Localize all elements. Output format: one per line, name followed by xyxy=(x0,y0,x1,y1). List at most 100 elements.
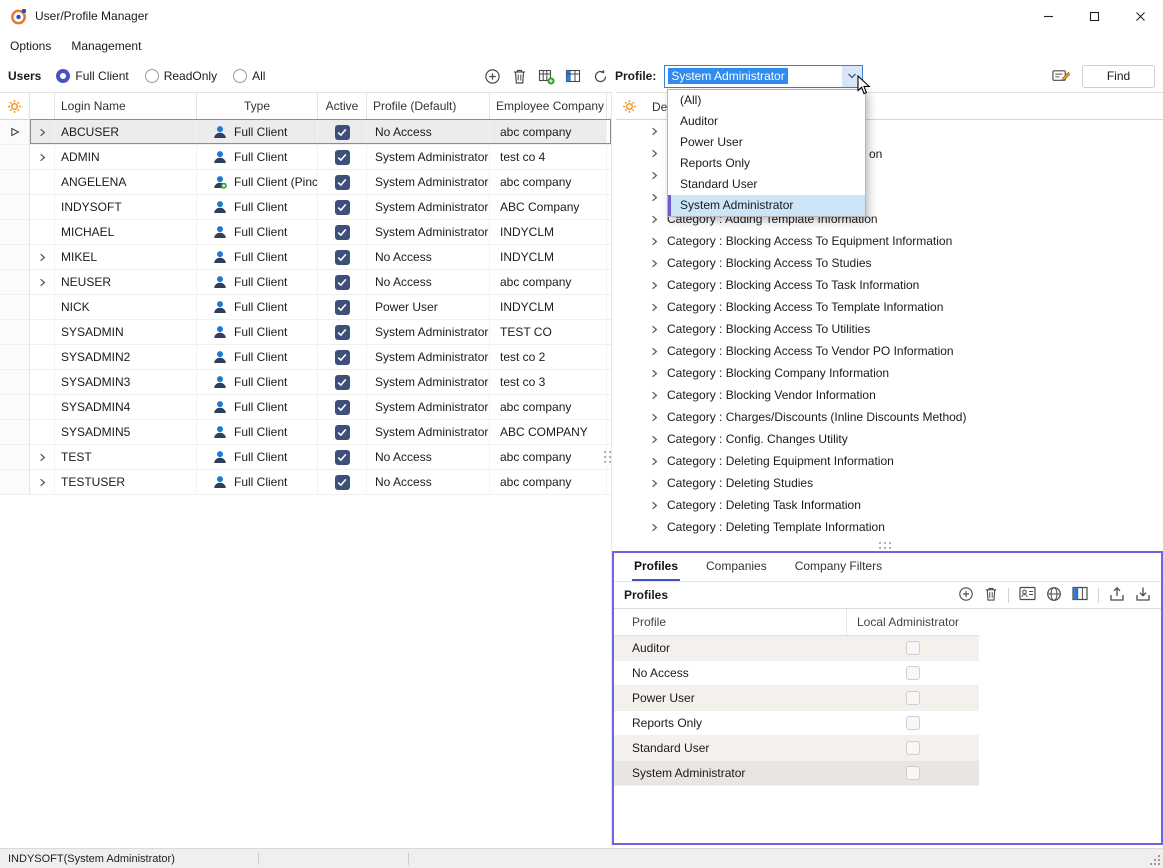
horizontal-splitter-grip[interactable] xyxy=(874,541,896,550)
column-header-profile[interactable]: Profile (Default) xyxy=(367,93,490,119)
add-profile-icon[interactable] xyxy=(958,586,974,605)
expand-chevron-icon[interactable] xyxy=(650,413,659,422)
user-row[interactable]: NEUSERFull ClientNo Accessabc company xyxy=(0,270,611,295)
tab-companies[interactable]: Companies xyxy=(704,553,769,581)
add-user-icon[interactable] xyxy=(483,67,501,85)
active-checkbox[interactable] xyxy=(335,250,350,265)
expand-cell[interactable] xyxy=(30,295,55,319)
active-checkbox[interactable] xyxy=(335,225,350,240)
dropdown-option-reports-only[interactable]: Reports Only xyxy=(668,153,865,174)
radio-full-client[interactable]: Full Client xyxy=(56,69,128,83)
column-header-login[interactable]: Login Name xyxy=(55,93,197,119)
user-row[interactable]: MIKELFull ClientNo AccessINDYCLM xyxy=(0,245,611,270)
profile-row[interactable]: Auditor xyxy=(614,636,979,661)
expand-chevron-icon[interactable] xyxy=(650,435,659,444)
user-row[interactable]: SYSADMIN3Full ClientSystem Administrator… xyxy=(0,370,611,395)
delete-profile-icon[interactable] xyxy=(984,586,998,605)
active-checkbox[interactable] xyxy=(335,175,350,190)
expand-cell[interactable] xyxy=(30,195,55,219)
expand-cell[interactable] xyxy=(30,220,55,244)
expand-chevron-icon[interactable] xyxy=(650,281,659,290)
local-admin-checkbox[interactable] xyxy=(906,691,920,705)
expand-chevron-icon[interactable] xyxy=(650,303,659,312)
expand-cell[interactable] xyxy=(30,120,55,144)
expand-chevron-icon[interactable] xyxy=(650,193,659,202)
category-row[interactable]: Category : Blocking Access To Vendor PO … xyxy=(616,340,1163,362)
grid-customize-cell[interactable] xyxy=(0,93,30,119)
category-row[interactable]: Category : Blocking Company Information xyxy=(616,362,1163,384)
globe-icon[interactable] xyxy=(1046,586,1062,605)
profile-row[interactable]: System Administrator xyxy=(614,761,979,786)
column-header-type[interactable]: Type xyxy=(197,93,318,119)
user-row[interactable]: SYSADMINFull ClientSystem AdministratorT… xyxy=(0,320,611,345)
expand-chevron-icon[interactable] xyxy=(38,278,47,287)
export-icon[interactable] xyxy=(1109,586,1125,605)
menu-item-management[interactable]: Management xyxy=(71,39,141,53)
active-checkbox[interactable] xyxy=(335,400,350,415)
category-row[interactable]: Category : Deleting Task Information xyxy=(616,494,1163,516)
minimize-button[interactable] xyxy=(1025,0,1071,32)
profile-combobox[interactable]: System Administrator xyxy=(664,65,863,88)
expand-cell[interactable] xyxy=(30,145,55,169)
user-row[interactable]: ANGELENAFull Client (PincSystem Administ… xyxy=(0,170,611,195)
expand-cell[interactable] xyxy=(30,345,55,369)
expand-chevron-icon[interactable] xyxy=(38,253,47,262)
profile-row[interactable]: Standard User xyxy=(614,736,979,761)
radio-readonly[interactable]: ReadOnly xyxy=(145,69,217,83)
table-columns-icon[interactable] xyxy=(564,67,582,85)
user-row[interactable]: SYSADMIN2Full ClientSystem Administrator… xyxy=(0,345,611,370)
radio-all[interactable]: All xyxy=(233,69,265,83)
expand-chevron-icon[interactable] xyxy=(650,127,659,136)
user-row[interactable]: TESTFull ClientNo Accessabc company xyxy=(0,445,611,470)
vertical-splitter-grip[interactable] xyxy=(603,446,612,468)
user-row[interactable]: ADMINFull ClientSystem Administratortest… xyxy=(0,145,611,170)
active-checkbox[interactable] xyxy=(335,200,350,215)
expand-chevron-icon[interactable] xyxy=(650,523,659,532)
active-checkbox[interactable] xyxy=(335,275,350,290)
expand-cell[interactable] xyxy=(30,170,55,194)
active-checkbox[interactable] xyxy=(335,125,350,140)
expand-chevron-icon[interactable] xyxy=(650,391,659,400)
profile-row[interactable]: No Access xyxy=(614,661,979,686)
expand-cell[interactable] xyxy=(30,395,55,419)
active-checkbox[interactable] xyxy=(335,300,350,315)
active-checkbox[interactable] xyxy=(335,150,350,165)
category-row[interactable]: Category : Blocking Access To Task Infor… xyxy=(616,274,1163,296)
tab-profiles[interactable]: Profiles xyxy=(632,553,680,581)
resize-grip[interactable] xyxy=(1149,854,1160,865)
expand-chevron-icon[interactable] xyxy=(650,501,659,510)
category-row[interactable]: Category : Blocking Access To Equipment … xyxy=(616,230,1163,252)
user-row[interactable]: NICKFull ClientPower UserINDYCLM xyxy=(0,295,611,320)
user-row[interactable]: ABCUSERFull ClientNo Accessabc company xyxy=(0,120,611,145)
active-checkbox[interactable] xyxy=(335,350,350,365)
tab-company-filters[interactable]: Company Filters xyxy=(793,553,884,581)
category-row[interactable]: Category : Deleting Equipment Informatio… xyxy=(616,450,1163,472)
expand-cell[interactable] xyxy=(30,420,55,444)
import-icon[interactable] xyxy=(1135,586,1151,605)
category-row[interactable]: Category : Deleting Studies xyxy=(616,472,1163,494)
gear-icon[interactable] xyxy=(622,99,637,117)
local-admin-checkbox[interactable] xyxy=(906,741,920,755)
user-row[interactable]: TESTUSERFull ClientNo Accessabc company xyxy=(0,470,611,495)
category-row[interactable]: Category : Blocking Vendor Information xyxy=(616,384,1163,406)
expand-chevron-icon[interactable] xyxy=(650,325,659,334)
expand-cell[interactable] xyxy=(30,320,55,344)
expand-chevron-icon[interactable] xyxy=(650,457,659,466)
user-row[interactable]: MICHAELFull ClientSystem AdministratorIN… xyxy=(0,220,611,245)
refresh-icon[interactable] xyxy=(591,67,609,85)
expand-chevron-icon[interactable] xyxy=(650,237,659,246)
expand-chevron-icon[interactable] xyxy=(38,128,47,137)
delete-user-icon[interactable] xyxy=(510,67,528,85)
active-checkbox[interactable] xyxy=(335,450,350,465)
expand-cell[interactable] xyxy=(30,370,55,394)
expand-chevron-icon[interactable] xyxy=(650,369,659,378)
category-row[interactable]: Category : Blocking Access To Template I… xyxy=(616,296,1163,318)
dropdown-option-auditor[interactable]: Auditor xyxy=(668,111,865,132)
user-row[interactable]: SYSADMIN5Full ClientSystem Administrator… xyxy=(0,420,611,445)
expand-chevron-icon[interactable] xyxy=(38,153,47,162)
columns-icon[interactable] xyxy=(1072,586,1088,604)
active-checkbox[interactable] xyxy=(335,425,350,440)
category-row[interactable]: Category : Charges/Discounts (Inline Dis… xyxy=(616,406,1163,428)
active-checkbox[interactable] xyxy=(335,375,350,390)
column-header-active[interactable]: Active xyxy=(318,93,367,119)
